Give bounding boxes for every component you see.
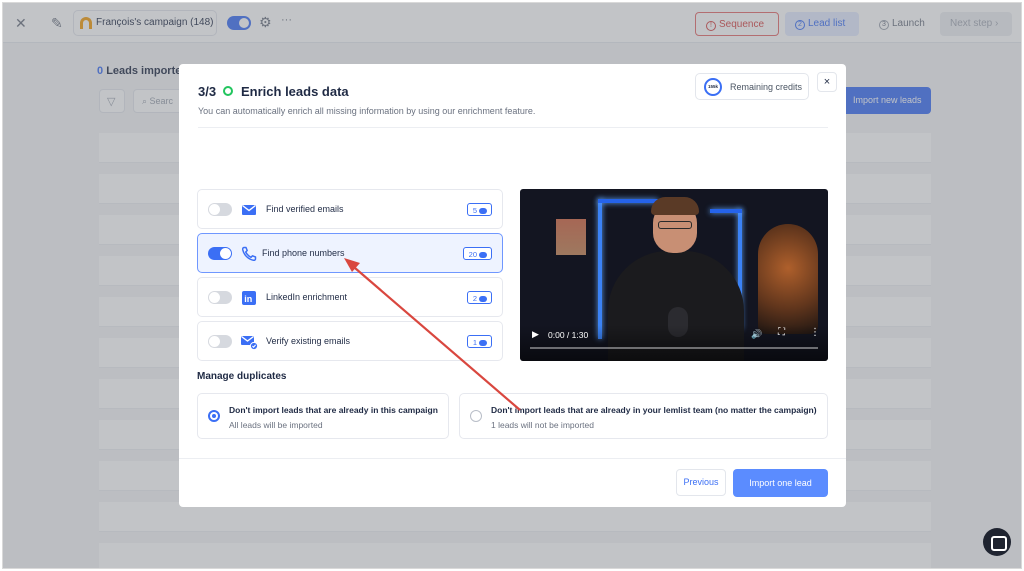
modal-title: Enrich leads data xyxy=(241,84,349,99)
find-emails-toggle[interactable] xyxy=(208,203,232,216)
video-plant xyxy=(758,224,818,334)
phone-icon xyxy=(241,246,257,262)
duplicate-option-campaign[interactable]: Don't import leads that are already in t… xyxy=(197,393,449,439)
volume-icon[interactable]: 🔊 xyxy=(751,329,762,340)
enrich-leads-modal: 3/3 Enrich leads data You can automatica… xyxy=(179,64,846,507)
import-one-lead-button[interactable]: Import one lead xyxy=(733,469,828,497)
duplicate-option-subtitle: 1 leads will not be imported xyxy=(491,420,595,430)
duplicate-option-title: Don't import leads that are already in t… xyxy=(229,405,438,415)
step-indicator: 3/3 xyxy=(198,84,217,99)
video-presenter-hair xyxy=(651,197,699,215)
option-label: LinkedIn enrichment xyxy=(266,292,348,302)
option-find-phone-numbers[interactable]: Find phone numbers 20 xyxy=(197,233,503,273)
coin-icon xyxy=(479,207,487,214)
previous-button[interactable]: Previous xyxy=(676,469,726,496)
chat-support-icon[interactable] xyxy=(983,528,1011,556)
video-progress-bar[interactable] xyxy=(530,347,818,349)
credit-cost-badge: 20 xyxy=(462,247,492,260)
duplicate-team-radio[interactable] xyxy=(470,410,482,422)
video-wall-notes xyxy=(556,219,586,255)
option-label: Verify existing emails xyxy=(266,336,351,346)
video-time: 0:00 / 1:30 xyxy=(548,330,589,340)
option-label: Find verified emails xyxy=(266,204,344,214)
linkedin-toggle[interactable] xyxy=(208,291,232,304)
option-verify-existing-emails[interactable]: Verify existing emails 1 xyxy=(197,321,503,361)
option-find-verified-emails[interactable]: Find verified emails 5 xyxy=(197,189,503,229)
duplicate-campaign-radio[interactable] xyxy=(208,410,220,422)
credits-ring-icon: 155k xyxy=(704,78,722,96)
credit-cost-badge: 5 xyxy=(466,203,492,216)
remaining-credits: 155k Remaining credits xyxy=(695,73,809,100)
coin-icon xyxy=(479,339,487,346)
video-neon-light xyxy=(710,209,742,213)
credit-cost-badge: 2 xyxy=(466,291,492,304)
verified-envelope-icon xyxy=(241,335,258,351)
credit-cost-badge: 1 xyxy=(466,335,492,348)
manage-duplicates-heading: Manage duplicates xyxy=(197,371,287,382)
duplicate-option-title: Don't import leads that are already in y… xyxy=(491,405,817,415)
linkedin-icon: in xyxy=(242,291,256,305)
video-neon-light xyxy=(598,199,658,203)
close-modal-button[interactable]: × xyxy=(817,72,837,92)
play-icon[interactable]: ▶ xyxy=(532,329,539,340)
credits-label: Remaining credits xyxy=(730,82,803,92)
option-label: Find phone numbers xyxy=(262,248,345,258)
find-phone-toggle[interactable] xyxy=(208,247,232,260)
duplicate-option-team[interactable]: Don't import leads that are already in y… xyxy=(459,393,828,439)
envelope-icon xyxy=(242,204,256,215)
video-presenter-glasses xyxy=(658,221,692,229)
footer-divider xyxy=(179,458,846,459)
progress-ring-icon xyxy=(223,86,233,96)
duplicate-option-subtitle: All leads will be imported xyxy=(229,420,323,430)
tutorial-video[interactable]: ▶ 0:00 / 1:30 🔊 ⛶ ⋮ xyxy=(520,189,828,361)
coin-icon xyxy=(479,251,487,258)
coin-icon xyxy=(479,295,487,302)
fullscreen-icon[interactable]: ⛶ xyxy=(778,327,785,338)
divider xyxy=(198,127,828,128)
svg-text:in: in xyxy=(244,294,252,304)
option-linkedin-enrichment[interactable]: in LinkedIn enrichment 2 xyxy=(197,277,503,317)
modal-subtitle: You can automatically enrich all missing… xyxy=(198,106,536,116)
video-neon-light xyxy=(598,199,602,339)
more-options-icon[interactable]: ⋮ xyxy=(810,327,820,338)
verify-emails-toggle[interactable] xyxy=(208,335,232,348)
